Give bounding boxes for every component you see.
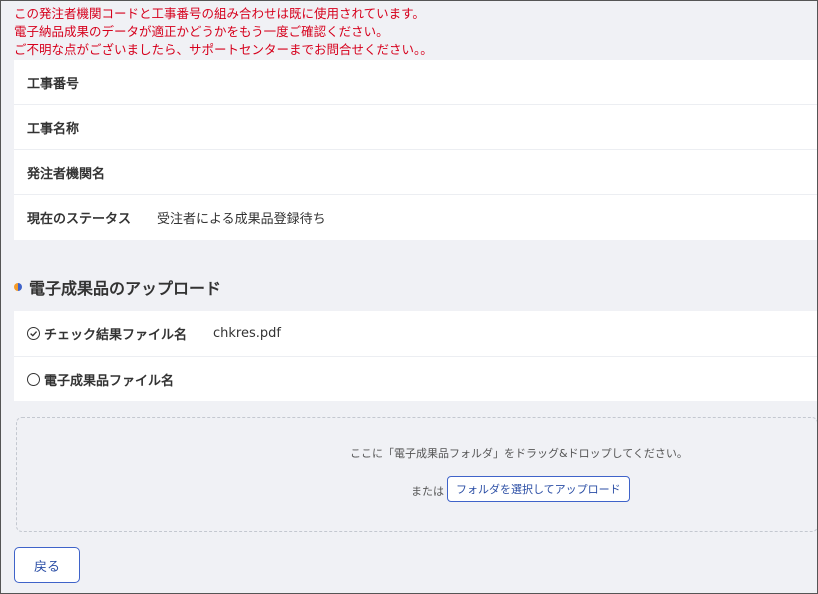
info-row-project-number: 工事番号 (14, 60, 818, 105)
folder-dropzone[interactable]: ここに「電子成果品フォルダ」をドラッグ&ドロップしてください。 または フォルダ… (16, 417, 818, 532)
info-label: 現在のステータス (27, 212, 132, 227)
project-info-table: 工事番号 工事名称 発注者機関名 現在のステータス 受注者による成果品登録待ち (14, 60, 818, 240)
error-line: この発注者機関コードと工事番号の組み合わせは既に使用されています。 (14, 6, 425, 21)
file-value: chkres.pdf (213, 326, 281, 341)
status-value: 受注者による成果品登録待ち (157, 212, 326, 227)
file-label: チェック結果ファイル名 (44, 328, 188, 343)
empty-circle-icon (27, 372, 40, 386)
check-circle-icon (27, 327, 40, 340)
info-label: 発注者機関名 (27, 166, 106, 182)
section-bullet-icon (14, 283, 22, 291)
upload-section-title: 電子成果品のアップロード (14, 276, 221, 298)
info-row-project-name: 工事名称 (14, 105, 818, 150)
info-row-orderer: 発注者機関名 (14, 150, 818, 195)
info-label: 工事名称 (27, 121, 80, 137)
dropzone-or-text: または (411, 485, 444, 498)
back-button[interactable]: 戻る (14, 547, 80, 583)
file-row-check-result: チェック結果ファイル名 chkres.pdf (14, 311, 818, 357)
dropzone-instruction: ここに「電子成果品フォルダ」をドラッグ&ドロップしてください。 (350, 447, 688, 460)
section-title-text: 電子成果品のアップロード (29, 279, 222, 298)
error-line: 電子納品成果のデータが適正かどうかをもう一度ご確認ください。 (14, 24, 389, 39)
info-row-status: 現在のステータス 受注者による成果品登録待ち (14, 195, 818, 240)
upload-file-table: チェック結果ファイル名 chkres.pdf 電子成果品ファイル名 (14, 311, 818, 401)
error-line: ご不明な点がございましたら、サポートセンターまでお問合せください。。 (14, 42, 433, 57)
info-label: 工事番号 (27, 76, 80, 92)
error-message: この発注者機関コードと工事番号の組み合わせは既に使用されています。 電子納品成果… (14, 5, 818, 59)
file-row-deliverable: 電子成果品ファイル名 (14, 357, 818, 401)
file-label: 電子成果品ファイル名 (44, 373, 175, 389)
select-folder-button[interactable]: フォルダを選択してアップロード (447, 476, 630, 502)
